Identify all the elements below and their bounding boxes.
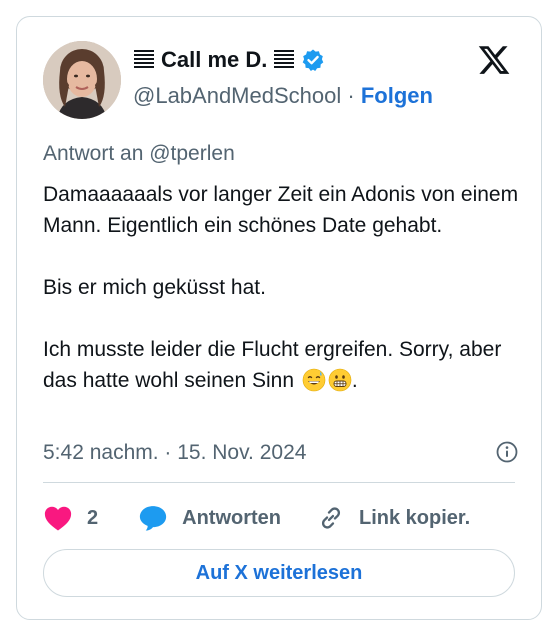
info-icon[interactable] xyxy=(495,440,519,464)
reply-button[interactable]: Antworten xyxy=(138,504,281,532)
grinning-face-with-sweat-emoji xyxy=(302,368,326,392)
like-count: 2 xyxy=(87,506,99,529)
read-on-x-label: Auf X weiterlesen xyxy=(195,561,363,584)
author-handle-row: @LabAndMedSchool · Folgen xyxy=(133,83,433,109)
reply-label: Antworten xyxy=(182,506,282,529)
tweet-actions: 2 Antworten Link kopier. xyxy=(43,503,515,533)
grimacing-face-emoji xyxy=(328,368,352,392)
author-name-row[interactable]: Call me D. xyxy=(133,47,325,73)
tweet-paragraph: Bis er mich geküsst hat. xyxy=(43,276,266,299)
heart-icon xyxy=(44,506,72,531)
verified-badge-icon xyxy=(301,48,325,72)
speech-bubble-icon xyxy=(140,506,167,531)
tweet-text: Damaaaaaals vor langer Zeit ein Adonis v… xyxy=(43,179,523,396)
read-on-x-button[interactable]: Auf X weiterlesen xyxy=(43,549,515,597)
copy-link-button[interactable]: Link kopier. xyxy=(317,504,470,532)
separator: · xyxy=(347,83,355,108)
tweet-timestamp[interactable]: 5:42 nachm. · 15. Nov. 2024 xyxy=(43,441,306,465)
avatar[interactable] xyxy=(43,41,121,119)
tweet-paragraph-last: Ich musste leider die Flucht ergreifen. … xyxy=(43,334,523,396)
divider xyxy=(43,482,515,483)
tweet-paragraph-text: Ich musste leider die Flucht ergreifen. … xyxy=(43,338,502,392)
tweet-trailing-punctuation: . xyxy=(351,369,358,392)
horizontal-lines-icon xyxy=(273,48,295,72)
tweet-paragraph: Damaaaaaals vor langer Zeit ein Adonis v… xyxy=(43,183,519,237)
tweet-embed-card: Call me D. @LabAndMedSchool · Folgen Ant… xyxy=(16,16,542,620)
follow-button[interactable]: Folgen xyxy=(361,83,433,108)
x-logo-icon[interactable] xyxy=(477,43,511,77)
copy-link-label: Link kopier. xyxy=(359,506,471,529)
horizontal-lines-icon xyxy=(133,48,155,72)
like-button[interactable]: 2 xyxy=(43,504,98,532)
author-name[interactable]: Call me D. xyxy=(161,47,267,73)
author-handle[interactable]: @LabAndMedSchool xyxy=(133,83,341,108)
reply-to-label[interactable]: Antwort an @tperlen xyxy=(43,142,235,166)
link-icon xyxy=(321,507,341,529)
